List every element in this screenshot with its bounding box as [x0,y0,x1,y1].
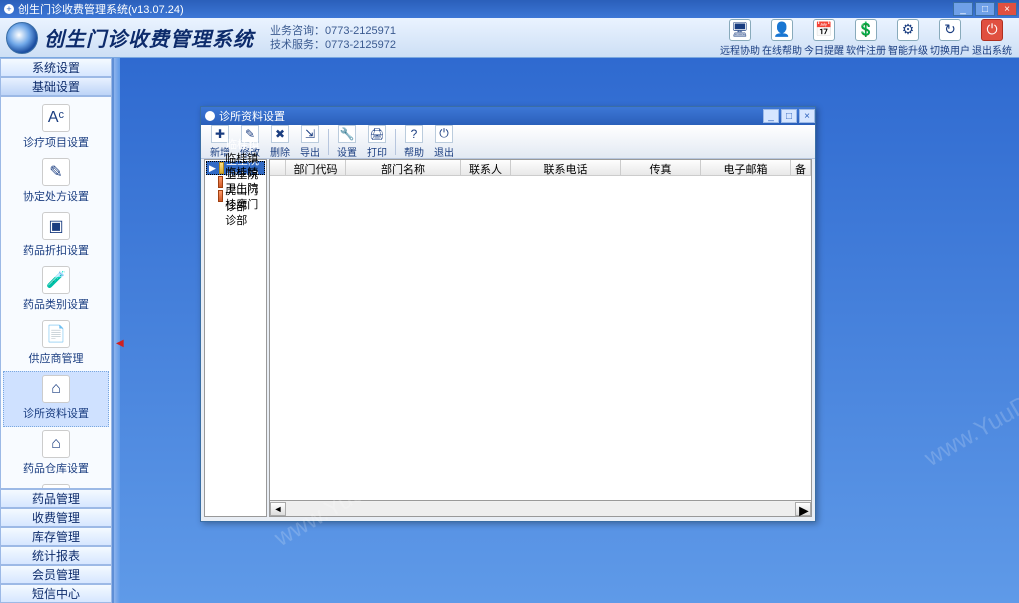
top-upgrade-button[interactable]: ⚙智能升级 [887,19,929,57]
today-icon: 📅 [813,19,835,41]
app-bullet-icon: + [4,4,14,14]
sidebar-item-supplier[interactable]: 📄供应商管理 [1,317,111,371]
minimize-button[interactable]: _ [953,2,973,16]
top-today-button[interactable]: 📅今日提醒 [803,19,845,57]
contact-line2: 技术服务：0773-2125972 [270,38,396,52]
tb-help-button[interactable]: ?帮助 [399,125,429,159]
online-icon: 👤 [771,19,793,41]
menu-member[interactable]: 会员管理 [0,565,112,584]
tb-exit-button[interactable]: ⏻退出 [429,125,459,159]
logo-icon [6,22,38,54]
watermark: www.YuuDnn.com [920,351,1019,473]
sidebar-item-category[interactable]: 🧪药品类别设置 [1,263,111,317]
mdi-desktop: ◀ 诊所资料设置 _ □ × ✚新增 ✎修改 ✖删除 ⇲导出 🔧设置 🖨打印 ?… [114,58,1019,603]
data-grid[interactable]: 部门代码 部门名称 联系人 联系电话 传真 电子邮箱 备 [269,159,812,501]
close-button[interactable]: × [997,2,1017,16]
scroll-track[interactable]: ► [286,502,811,516]
window-title: 创生门诊收费管理系统(v13.07.24) [18,1,184,17]
tb-set-button[interactable]: 🔧设置 [332,125,362,159]
top-remote-button[interactable]: 🖥远程协助 [719,19,761,57]
sidebar-item-discount[interactable]: ▣药品折扣设置 [1,209,111,263]
maximize-button[interactable]: □ [975,2,995,16]
contact-block: 业务咨询：0773-2125971 技术服务：0773-2125972 [270,24,396,52]
supplier-icon: 📄 [42,320,70,348]
abc-icon: Aᶜ [42,104,70,132]
arrow-icon: ▶ [209,163,216,174]
tree-row[interactable]: 临桂镇卫生院桂鹰门诊部 [206,189,265,203]
tb-print-button[interactable]: 🖨打印 [362,125,392,159]
tb-export-button[interactable]: ⇲导出 [295,125,325,159]
toolbar-sep [328,129,329,155]
tb-del-button[interactable]: ✖删除 [265,125,295,159]
col-email[interactable]: 电子邮箱 [701,160,791,175]
scroll-left-button[interactable]: ◄ [270,502,286,516]
exit-icon: ⏻ [981,19,1003,41]
remote-icon: 🖥 [729,19,751,41]
sidebar: 系统设置 基础设置 Aᶜ诊疗项目设置 ✎协定处方设置 ▣药品折扣设置 🧪药品类别… [0,58,114,603]
col-fax[interactable]: 传真 [621,160,701,175]
app-header: 创生门诊收费管理系统 业务咨询：0773-2125971 技术服务：0773-2… [0,18,1019,58]
col-code[interactable]: 部门代码 [286,160,346,175]
pen-icon: ✎ [42,158,70,186]
tree-panel[interactable]: ▶临桂镇卫生院榕山门诊部 临桂镇卫生院虎山门诊部 临桂镇卫生院桂鹰门诊部 [204,159,267,517]
col-phone[interactable]: 联系电话 [511,160,621,175]
scroll-right-button[interactable]: ► [795,502,811,516]
sidebar-item-staff[interactable]: 👥员工资料管理 [1,481,111,489]
menu-stock[interactable]: 库存管理 [0,527,112,546]
warehouse-icon: ⌂ [42,430,70,458]
house-icon [218,176,223,188]
inner-title-bar[interactable]: 诊所资料设置 _ □ × [201,107,815,125]
register-icon: 💲 [855,19,877,41]
app-title: 创生门诊收费管理系统 [44,23,254,52]
menu-basic[interactable]: 基础设置 [0,77,112,96]
export-icon: ⇲ [301,125,319,143]
grid-body[interactable] [270,176,811,500]
toolbar-sep2 [395,129,396,155]
sidebar-item-warehouse[interactable]: ⌂药品仓库设置 [1,427,111,481]
col-name[interactable]: 部门名称 [346,160,461,175]
sidebar-item-clinic[interactable]: ⌂诊所资料设置 [3,371,109,427]
side-panel: Aᶜ诊疗项目设置 ✎协定处方设置 ▣药品折扣设置 🧪药品类别设置 📄供应商管理 … [0,96,112,489]
rail-notch-icon: ◀ [116,338,124,349]
top-online-button[interactable]: 👤在线帮助 [761,19,803,57]
delete-icon: ✖ [271,125,289,143]
clinic-icon: ⌂ [42,375,70,403]
house-icon [218,190,223,202]
inner-toolbar: ✚新增 ✎修改 ✖删除 ⇲导出 🔧设置 🖨打印 ?帮助 ⏻退出 [201,125,815,159]
menu-drug[interactable]: 药品管理 [0,489,112,508]
grid-header: 部门代码 部门名称 联系人 联系电话 传真 电子邮箱 备 [270,160,811,176]
menu-system[interactable]: 系统设置 [0,58,112,77]
inner-window: 诊所资料设置 _ □ × ✚新增 ✎修改 ✖删除 ⇲导出 🔧设置 🖨打印 ?帮助… [200,106,816,522]
contact-line1: 业务咨询：0773-2125971 [270,24,396,38]
sidebar-item-diagnosis[interactable]: Aᶜ诊疗项目设置 [1,101,111,155]
folder-icon [219,162,224,174]
col-marker[interactable] [270,160,286,175]
category-icon: 🧪 [42,266,70,294]
h-scrollbar[interactable]: ◄ ► [269,501,812,517]
col-remark[interactable]: 备 [791,160,811,175]
menu-report[interactable]: 统计报表 [0,546,112,565]
outer-title-bar: + 创生门诊收费管理系统(v13.07.24) _ □ × [0,0,1019,18]
print-icon: 🖨 [368,125,386,143]
switch-icon: ↻ [939,19,961,41]
upgrade-icon: ⚙ [897,19,919,41]
help-icon: ? [405,125,423,143]
inner-title: 诊所资料设置 [219,108,285,124]
col-contact[interactable]: 联系人 [461,160,511,175]
top-switch-button[interactable]: ↻切换用户 [929,19,971,57]
menu-sms[interactable]: 短信中心 [0,584,112,603]
exit2-icon: ⏻ [435,125,453,143]
inner-min-button[interactable]: _ [763,109,779,123]
inner-max-button[interactable]: □ [781,109,797,123]
rail [114,58,120,603]
menu-charge[interactable]: 收费管理 [0,508,112,527]
top-register-button[interactable]: 💲软件注册 [845,19,887,57]
inner-bullet-icon [205,111,215,121]
set-icon: 🔧 [338,125,356,143]
top-exit-button[interactable]: ⏻退出系统 [971,19,1013,57]
discount-icon: ▣ [42,212,70,240]
sidebar-item-prescription[interactable]: ✎协定处方设置 [1,155,111,209]
inner-close-button[interactable]: × [799,109,815,123]
